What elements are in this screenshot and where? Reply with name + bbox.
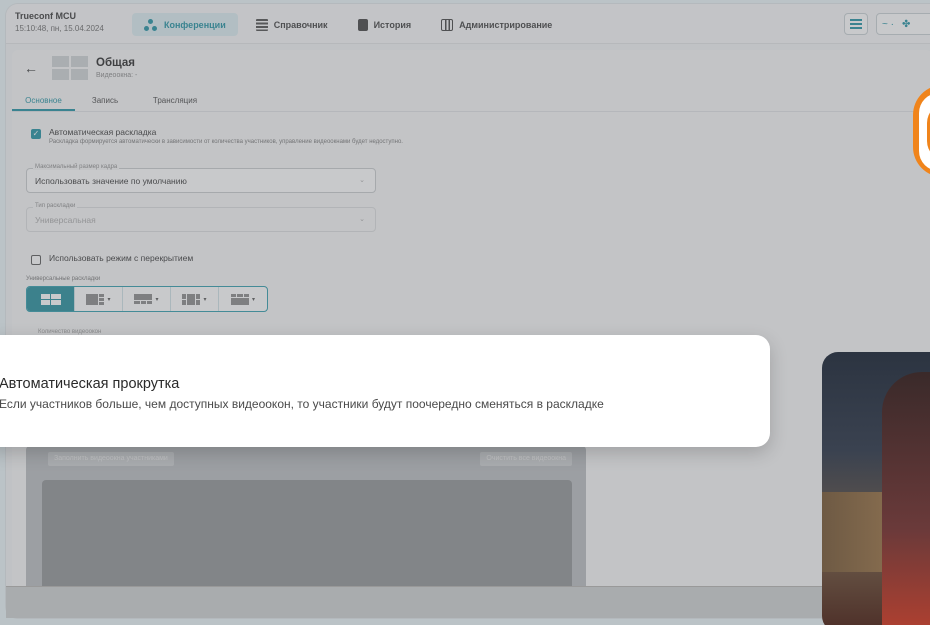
tooltip-title: Автоматическая прокрутка: [0, 376, 180, 392]
presenter-figure: [882, 372, 930, 625]
dim-overlay: [0, 0, 930, 625]
tooltip-body: Если участников больше, чем доступных ви…: [0, 397, 604, 411]
auto-scroll-tooltip: Автоматическая прокрутка Если участников…: [0, 335, 770, 447]
presenter-video: [822, 352, 930, 625]
footer-bar: [6, 586, 930, 618]
